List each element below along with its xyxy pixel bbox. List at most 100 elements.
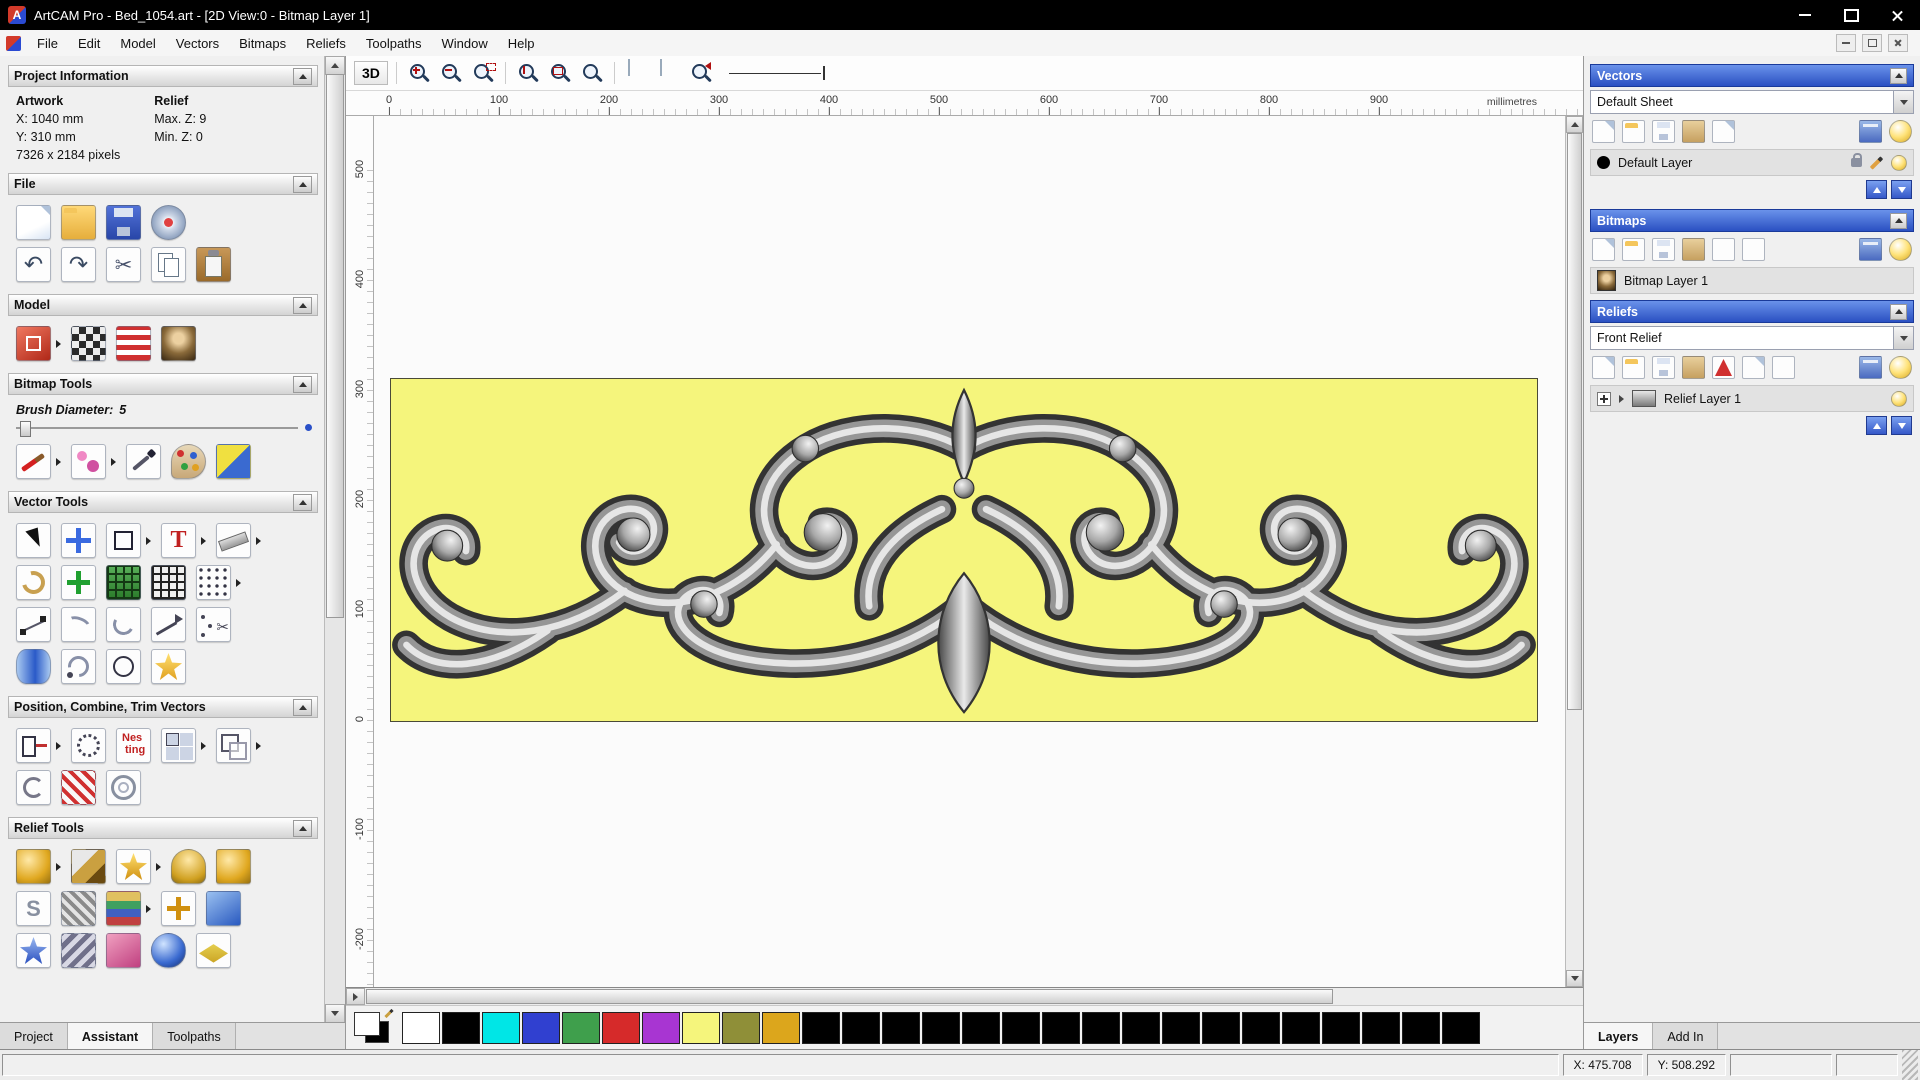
collapse-section-button[interactable] <box>1890 212 1907 229</box>
export-vectors-icon[interactable] <box>1712 120 1735 143</box>
cut-icon[interactable] <box>106 247 141 282</box>
slider-thumb[interactable] <box>20 421 31 437</box>
palette-swatch-4[interactable] <box>562 1012 600 1044</box>
palette-swatch-15[interactable] <box>1002 1012 1040 1044</box>
copy-icon[interactable] <box>151 247 186 282</box>
palette-swatch-5[interactable] <box>602 1012 640 1044</box>
new-model-icon[interactable] <box>16 205 51 240</box>
layer-row-default[interactable]: Default Layer <box>1590 149 1914 176</box>
set-model-size-icon[interactable] <box>16 326 51 361</box>
dropdown-arrow-icon[interactable] <box>56 457 61 466</box>
join-vectors-icon[interactable] <box>16 770 51 805</box>
dropdown-arrow-icon[interactable] <box>256 536 261 545</box>
fit-curve-icon[interactable] <box>61 649 96 684</box>
create-rectangle-icon[interactable] <box>106 523 141 558</box>
brush-diameter-slider[interactable] <box>16 419 312 437</box>
palette-swatch-6[interactable] <box>642 1012 680 1044</box>
reliefs-header[interactable]: Reliefs <box>1590 300 1914 323</box>
colour-palette-icon[interactable] <box>171 444 206 479</box>
dropdown-arrow-icon[interactable] <box>111 457 116 466</box>
menu-help[interactable]: Help <box>498 32 545 55</box>
relief-mode-icon[interactable] <box>1712 356 1735 379</box>
colour-picker-icon[interactable] <box>126 444 161 479</box>
add-relief-icon[interactable] <box>161 891 196 926</box>
grid-tool-icon[interactable] <box>151 565 186 600</box>
dome-relief-icon[interactable] <box>106 933 141 968</box>
palette-swatch-24[interactable] <box>1362 1012 1400 1044</box>
zoom-out-icon[interactable] <box>437 59 465 87</box>
menu-edit[interactable]: Edit <box>68 32 110 55</box>
import-vectors-icon[interactable] <box>1682 120 1705 143</box>
export-model-icon[interactable] <box>151 205 186 240</box>
menu-toolpaths[interactable]: Toolpaths <box>356 32 432 55</box>
create-star-icon[interactable] <box>151 649 186 684</box>
greyscale-view-icon[interactable] <box>71 326 106 361</box>
menu-file[interactable]: File <box>27 32 68 55</box>
open-relief-layer-icon[interactable] <box>1622 356 1645 379</box>
offset-vectors-icon[interactable] <box>106 770 141 805</box>
open-vector-layer-icon[interactable] <box>1622 120 1645 143</box>
move-layer-up-button[interactable] <box>1866 416 1887 435</box>
create-arc-icon[interactable] <box>106 607 141 642</box>
save-bitmap-layer-icon[interactable] <box>1652 238 1675 261</box>
paint-brush-icon[interactable] <box>16 444 51 479</box>
block-copy-icon[interactable] <box>161 728 196 763</box>
create-polyline-icon[interactable] <box>151 607 186 642</box>
palette-swatch-20[interactable] <box>1202 1012 1240 1044</box>
dropdown-arrow-icon[interactable] <box>56 339 61 348</box>
menu-window[interactable]: Window <box>432 32 498 55</box>
collapse-section-button[interactable] <box>293 296 312 314</box>
new-bitmap-layer-icon[interactable] <box>1592 238 1615 261</box>
texture-relief-icon[interactable] <box>116 849 151 884</box>
sculpting-icon[interactable] <box>71 849 106 884</box>
relief-library-icon[interactable] <box>106 891 141 926</box>
palette-swatch-25[interactable] <box>1402 1012 1440 1044</box>
palette-swatch-0[interactable] <box>402 1012 440 1044</box>
dropdown-arrow-icon[interactable] <box>56 741 61 750</box>
scrollbar-thumb[interactable] <box>366 989 1333 1004</box>
spiral-shape-icon[interactable] <box>16 565 51 600</box>
collapse-section-button[interactable] <box>293 67 312 85</box>
close-button[interactable] <box>1874 0 1920 30</box>
menu-bitmaps[interactable]: Bitmaps <box>229 32 296 55</box>
palette-swatch-14[interactable] <box>962 1012 1000 1044</box>
dropdown-arrow-icon[interactable] <box>201 536 206 545</box>
layer-visibility-icon[interactable] <box>1891 154 1907 171</box>
palette-swatch-2[interactable] <box>482 1012 520 1044</box>
layer-color-icon[interactable] <box>1597 156 1610 169</box>
palette-swatch-11[interactable] <box>842 1012 880 1044</box>
select-vectors-icon[interactable] <box>16 523 51 558</box>
tab-assistant[interactable]: Assistant <box>67 1023 154 1050</box>
weave-wizard-icon[interactable] <box>61 891 96 926</box>
palette-swatch-22[interactable] <box>1282 1012 1320 1044</box>
relief-select[interactable]: Front Relief <box>1590 326 1914 350</box>
subtract-relief-icon[interactable] <box>206 891 241 926</box>
mdi-restore-button[interactable] <box>1862 34 1882 52</box>
create-text-icon[interactable] <box>161 523 196 558</box>
layer-row-bitmap[interactable]: Bitmap Layer 1 <box>1590 267 1914 294</box>
new-vector-layer-icon[interactable] <box>1592 120 1615 143</box>
sheet-select[interactable]: Default Sheet <box>1590 90 1914 114</box>
scroll-up-button[interactable] <box>1566 116 1583 133</box>
palette-swatch-17[interactable] <box>1082 1012 1120 1044</box>
scrollbar-thumb[interactable] <box>326 74 344 618</box>
align-vectors-icon[interactable] <box>16 728 51 763</box>
swept-profile-icon[interactable] <box>216 849 251 884</box>
relief-artwork[interactable] <box>390 378 1538 722</box>
collapse-section-button[interactable] <box>293 698 312 716</box>
load-bitmap-icon[interactable] <box>161 326 196 361</box>
palette-swatch-23[interactable] <box>1322 1012 1360 1044</box>
menu-model[interactable]: Model <box>110 32 165 55</box>
smooth-curve-icon[interactable] <box>61 607 96 642</box>
relief-select-button[interactable] <box>1893 327 1913 349</box>
redo-icon[interactable] <box>61 247 96 282</box>
resize-grip[interactable] <box>1902 1050 1918 1080</box>
dropdown-arrow-icon[interactable] <box>236 578 241 587</box>
greyscale-bitmap-icon[interactable] <box>1712 238 1735 261</box>
tab-layers[interactable]: Layers <box>1584 1023 1654 1050</box>
menu-reliefs[interactable]: Reliefs <box>296 32 356 55</box>
transform-vectors-icon[interactable] <box>61 523 96 558</box>
save-vector-layer-icon[interactable] <box>1652 120 1675 143</box>
view-3d-button[interactable]: 3D <box>354 61 388 85</box>
collapse-section-button[interactable] <box>1890 67 1907 84</box>
